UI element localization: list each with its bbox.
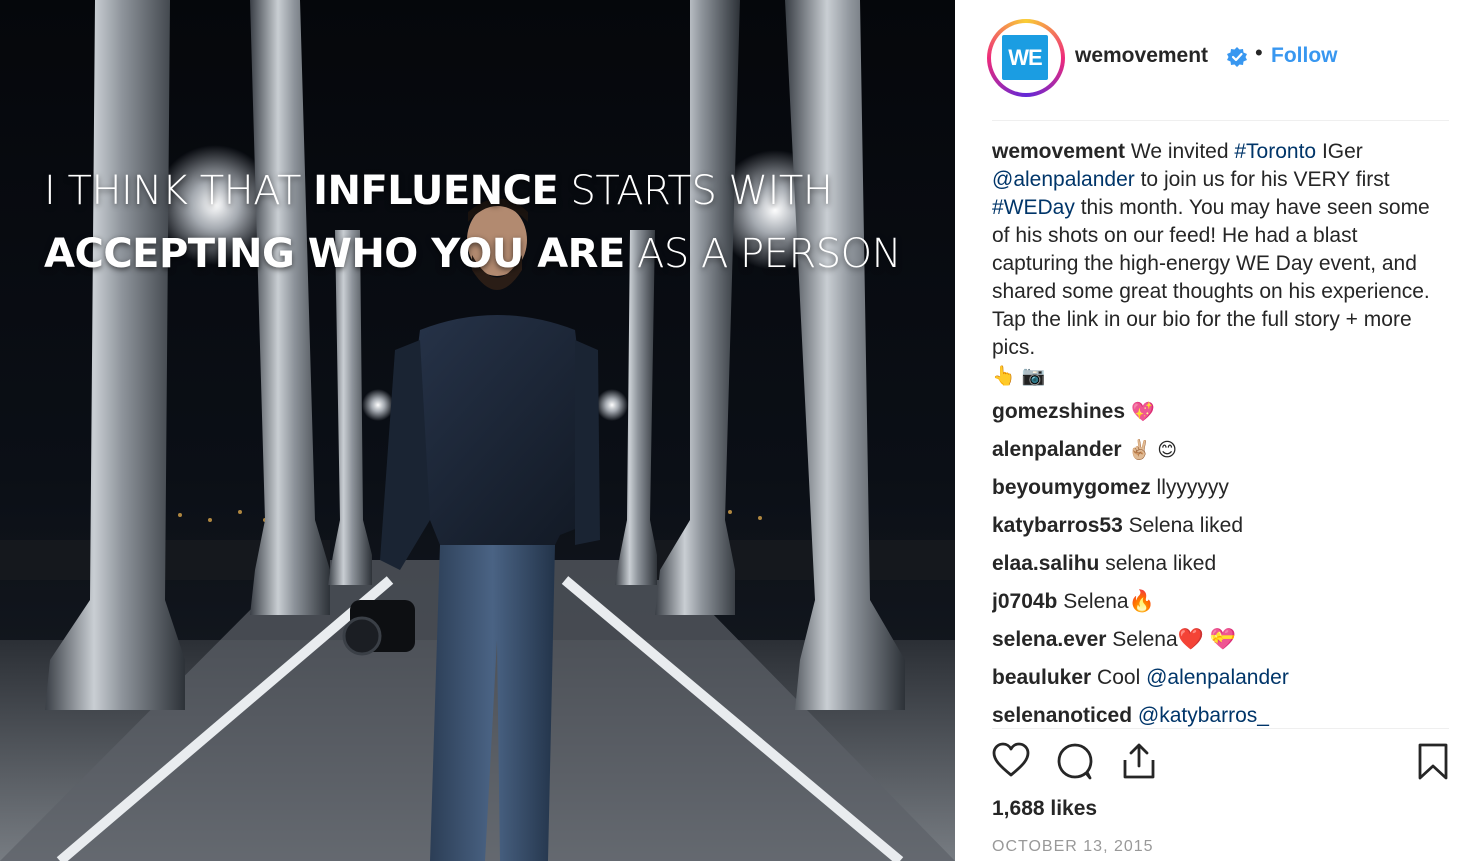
- hashtag-toronto-link[interactable]: #Toronto: [1234, 140, 1316, 163]
- comment-username[interactable]: j0704b: [992, 590, 1057, 613]
- comment-item: gomezshines 💖: [992, 398, 1432, 426]
- comment-text: Selena❤️ 💝: [1106, 628, 1236, 651]
- caption: wemovement We invited #Toronto IGer @ale…: [992, 138, 1432, 390]
- caption-text-2: IGer: [1316, 140, 1363, 163]
- comment-icon[interactable]: [1056, 742, 1094, 780]
- caption-text-4: this month. You may have seen some of hi…: [992, 196, 1430, 359]
- hashtag-weday-link[interactable]: #WEDay: [992, 196, 1075, 219]
- header-username[interactable]: wemovement: [1075, 44, 1208, 68]
- comment-username[interactable]: gomezshines: [992, 400, 1125, 423]
- post-side-panel: WE wemovement • Follow wemovement We inv…: [955, 0, 1459, 861]
- avatar[interactable]: WE: [987, 19, 1065, 97]
- comments-list[interactable]: wemovement We invited #Toronto IGer @ale…: [992, 138, 1432, 728]
- comment-mention-link[interactable]: @katybarros_: [1138, 704, 1269, 727]
- follow-button[interactable]: Follow: [1271, 44, 1338, 68]
- quote-overlay: I THINK THAT INFLUENCE STARTS WITH ACCEP…: [44, 160, 924, 286]
- caption-username[interactable]: wemovement: [992, 140, 1125, 163]
- post-header: WE wemovement • Follow: [955, 0, 1459, 120]
- likes-count[interactable]: 1,688 likes: [992, 797, 1097, 821]
- header-dot: •: [1255, 40, 1263, 65]
- comment-text: Cool: [1091, 666, 1147, 689]
- comment-item: elaa.salihu selena liked: [992, 550, 1432, 578]
- quote-light-b: STARTS WITH: [558, 168, 833, 214]
- bridge-night-scene: [0, 0, 955, 861]
- comment-item: selenanoticed @katybarros_: [992, 702, 1432, 728]
- comment-mention-link[interactable]: @alenpalander: [1146, 666, 1289, 689]
- heart-icon[interactable]: [992, 742, 1030, 778]
- action-bar: [992, 742, 1449, 792]
- comment-username[interactable]: beyoumygomez: [992, 476, 1151, 499]
- comment-username[interactable]: alenpalander: [992, 438, 1122, 461]
- comment-username[interactable]: katybarros53: [992, 514, 1123, 537]
- comment-username[interactable]: beauluker: [992, 666, 1091, 689]
- we-logo: WE: [1002, 35, 1048, 80]
- comment-item: beauluker Cool @alenpalander: [992, 664, 1432, 692]
- comment-item: katybarros53 Selena liked: [992, 512, 1432, 540]
- caption-text-1: We invited: [1125, 140, 1235, 163]
- avatar-inner: WE: [991, 23, 1061, 93]
- comment-item: selena.ever Selena❤️ 💝: [992, 626, 1432, 654]
- quote-line-1: I THINK THAT INFLUENCE STARTS WITH: [44, 160, 924, 223]
- comment-username[interactable]: elaa.salihu: [992, 552, 1099, 575]
- comment-username[interactable]: selenanoticed: [992, 704, 1132, 727]
- divider: [992, 728, 1449, 729]
- comment-text: Selena🔥: [1057, 590, 1155, 613]
- comment-item: j0704b Selena🔥: [992, 588, 1432, 616]
- verified-badge-icon: [1227, 47, 1247, 67]
- comment-text: ✌🏼 😊: [1121, 439, 1178, 461]
- comment-item: beyoumygomez llyyyyyy: [992, 474, 1432, 502]
- comment-text: llyyyyyy: [1150, 476, 1229, 499]
- mention-alenpalander-link[interactable]: @alenpalander: [992, 168, 1135, 191]
- bookmark-icon[interactable]: [1417, 742, 1449, 780]
- caption-text-3: to join us for his VERY first: [1134, 168, 1390, 191]
- quote-line-2: ACCEPTING WHO YOU ARE AS A PERSON: [44, 223, 924, 286]
- quote-light-c: AS A PERSON: [624, 231, 902, 277]
- divider: [992, 120, 1449, 121]
- quote-light-a: I THINK THAT: [44, 168, 314, 214]
- quote-bold-b: ACCEPTING WHO YOU ARE: [44, 231, 625, 277]
- comment-text: selena liked: [1099, 552, 1217, 575]
- share-icon[interactable]: [1120, 742, 1158, 780]
- comment-username[interactable]: selena.ever: [992, 628, 1106, 651]
- instagram-post: I THINK THAT INFLUENCE STARTS WITH ACCEP…: [0, 0, 1459, 861]
- post-date[interactable]: OCTOBER 13, 2015: [992, 838, 1154, 856]
- caption-emojis: 👆 📷: [992, 365, 1046, 387]
- comment-text: Selena liked: [1122, 514, 1243, 537]
- post-photo[interactable]: I THINK THAT INFLUENCE STARTS WITH ACCEP…: [0, 0, 955, 861]
- comment-item: alenpalander ✌🏼 😊: [992, 436, 1432, 464]
- comment-text: 💖: [1125, 401, 1155, 423]
- quote-bold-a: INFLUENCE: [313, 168, 559, 214]
